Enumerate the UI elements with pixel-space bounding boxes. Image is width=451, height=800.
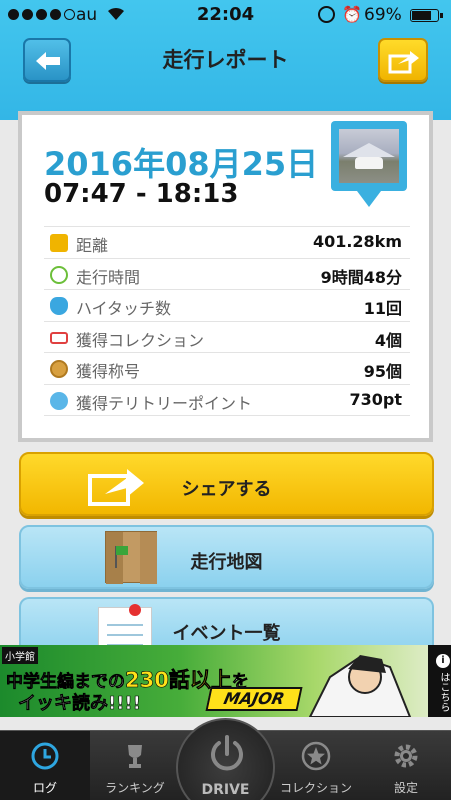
tab-settings[interactable]: 設定 [361,731,451,800]
photo-pin[interactable] [331,121,407,207]
stat-value: 730pt [349,389,403,409]
report-card: 2016年08月25日 07:47 - 18:13 距離 401.28km 走行… [18,111,433,442]
drive-label: DRIVE [201,782,250,798]
tab-ranking[interactable]: ランキング [90,731,180,800]
stat-value: 95個 [363,362,402,382]
stat-collection: 獲得コレクション 4個 [44,320,410,353]
territory-icon [50,391,68,410]
stat-titles: 獲得称号 95個 [44,352,410,384]
tab-settings-label: 設定 [393,781,418,795]
stat-label: 走行時間 [76,267,141,287]
star-icon [301,741,331,771]
drive-map-button[interactable]: 走行地図 [19,525,434,589]
tab-log-label: ログ [32,781,57,795]
clock-tab-icon [31,742,59,770]
alarm-icon: ⏰ [342,5,362,24]
stat-value: 9時間48分 [320,267,402,287]
ad-subline: イッキ読み!!!! [18,693,141,715]
share-button[interactable]: シェアする [19,452,434,516]
ad-info-text: はこちら [438,672,449,712]
gear-icon [394,744,418,768]
share-header-button[interactable] [378,38,428,82]
ad-logo: MAJOR [205,687,303,711]
drive-map-button-label: 走行地図 [190,552,263,573]
stats-list: 距離 401.28km 走行時間 9時間48分 ハイタッチ数 11回 獲得コレク… [44,226,410,416]
ad-banner[interactable]: 小学館 中学生編までの230話以上を イッキ読み!!!! MAJOR iはこちら [0,645,451,717]
info-icon: i [436,654,450,668]
hand-icon [50,297,68,316]
stat-label: 距離 [76,236,109,255]
trophy-icon [128,745,142,768]
car-icon [50,331,68,344]
ad-info-link[interactable]: i はこちら [428,645,451,717]
rotation-lock-icon [318,6,335,23]
ad-publisher: 小学館 [2,647,38,664]
share-button-label: シェアする [181,479,272,500]
stat-label: 獲得称号 [76,362,141,382]
stat-value: 11回 [363,299,402,319]
status-bar: au 22:04 ⏰ 69% [0,0,451,30]
stat-label: 獲得コレクション [76,330,205,350]
power-icon [211,735,243,771]
header-bar: au 22:04 ⏰ 69% 走行レポート [0,0,451,120]
tab-collection-label: コレクション [279,781,352,795]
stat-label: 獲得テリトリーポイント [76,393,253,413]
stat-value: 4個 [374,330,402,350]
battery-percent: 69% [364,5,402,25]
stat-drive-time: 走行時間 9時間48分 [44,257,410,290]
stat-label: ハイタッチ数 [76,299,172,319]
drive-photo-thumbnail [339,129,399,183]
event-list-button-label: イベント一覧 [172,623,281,644]
clock-icon [50,265,68,284]
share-icon [388,51,419,74]
stat-territory-points: 獲得テリトリーポイント 730pt [44,383,410,416]
tab-collection[interactable]: コレクション [271,731,361,800]
tab-log[interactable]: ログ [0,731,90,800]
medal-icon [50,360,68,379]
tab-ranking-label: ランキング [105,781,165,795]
stat-high-touch: ハイタッチ数 11回 [44,289,410,321]
stat-distance: 距離 401.28km [44,226,410,258]
report-time-range: 07:47 - 18:13 [44,179,239,209]
battery-icon [410,9,443,22]
stat-value: 401.28km [312,232,402,251]
km-icon [50,234,68,252]
